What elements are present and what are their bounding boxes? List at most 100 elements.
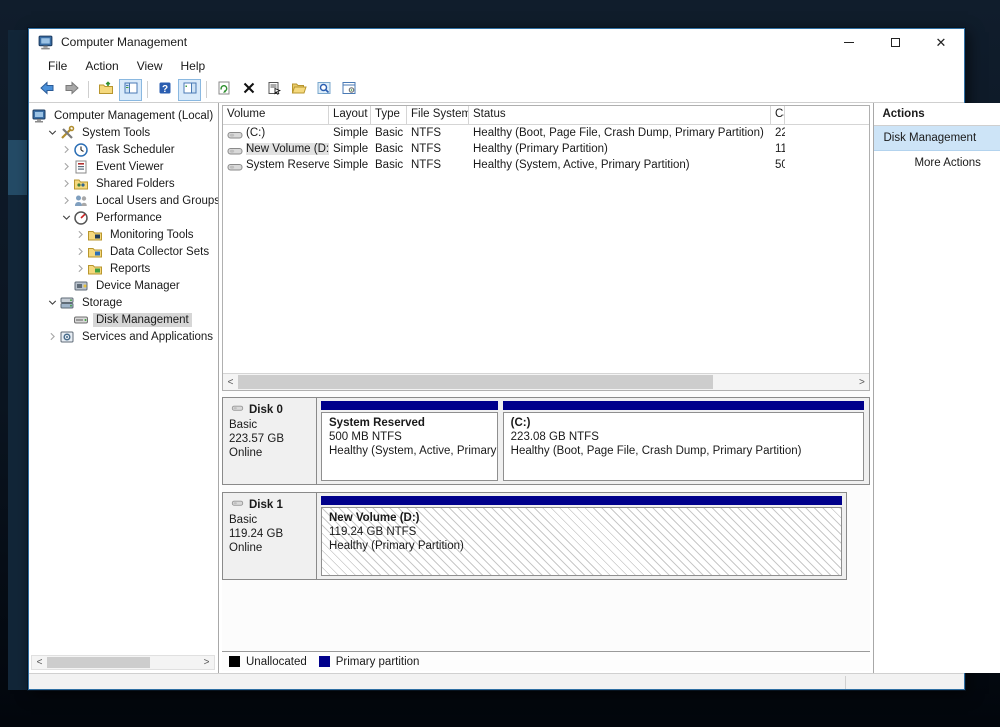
tree-item-services-and-applications[interactable]: Services and Applications [29,328,218,345]
search-button[interactable] [312,79,335,101]
column-header-volume[interactable]: Volume [223,106,329,124]
tree-item-disk-management[interactable]: Disk Management [29,311,218,328]
scroll-left-icon[interactable]: < [223,376,238,389]
chevron-collapsed-icon[interactable] [73,262,87,276]
volume-type: Basic [371,127,407,139]
tree-item-shared-folders[interactable]: Shared Folders [29,175,218,192]
volume-table-header: VolumeLayoutTypeFile SystemStatusCapacit… [223,106,869,125]
close-button[interactable]: ✕ [918,29,964,55]
maximize-icon [891,38,900,47]
maximize-button[interactable] [872,29,918,55]
refresh-button[interactable] [212,79,235,101]
tree-item-local-users-and-groups[interactable]: Local Users and Groups [29,192,218,209]
more-actions-label: More Actions [914,157,980,169]
partition-c[interactable]: (C:) 223.08 GB NTFS Healthy (Boot, Page … [503,401,865,481]
disk-info[interactable]: Disk 1 Basic 119.24 GB Online [223,493,317,579]
column-header-capacity[interactable]: Capacity [771,106,785,124]
column-header-file-system[interactable]: File System [407,106,469,124]
volume-horizontal-scrollbar[interactable]: < > [223,373,869,390]
tree-item-monitoring-tools[interactable]: Monitoring Tools [29,226,218,243]
volume-row[interactable]: System Reserved Simple Basic NTFS Health… [223,157,869,173]
partition-size: 223.08 GB NTFS [511,430,857,444]
graphical-view: Disk 0 Basic 223.57 GB Online System Res… [222,391,870,651]
window-title: Computer Management [61,35,187,49]
extended-view-button[interactable] [337,79,360,101]
scrollbar-track[interactable] [238,374,854,390]
scrollbar-thumb[interactable] [47,657,150,668]
actions-group-disk-management[interactable]: Disk Management [874,126,1000,151]
chevron-collapsed-icon[interactable] [59,177,73,191]
tree-item-label: Reports [107,262,153,276]
properties-button[interactable] [262,79,285,101]
computer-management-window: Computer Management ✕ FileActionViewHelp… [28,28,965,690]
partition-system-reserved[interactable]: System Reserved 500 MB NTFS Healthy (Sys… [321,401,498,481]
column-header-status[interactable]: Status [469,106,771,124]
volume-status: Healthy (System, Active, Primary Partiti… [469,159,771,171]
tree-item-device-manager[interactable]: Device Manager [29,277,218,294]
open-folder-button[interactable] [287,79,310,101]
tree-item-data-collector-sets[interactable]: Data Collector Sets [29,243,218,260]
partition-name: System Reserved [329,416,490,430]
chevron-collapsed-icon[interactable] [59,194,73,208]
more-actions-item[interactable]: More Actions [874,151,1000,175]
chevron-expanded-icon[interactable] [59,211,73,225]
primary-partition-bar [321,496,842,505]
minimize-button[interactable] [826,29,872,55]
column-header-layout[interactable]: Layout [329,106,371,124]
tree-horizontal-scrollbar[interactable]: < > [31,655,215,670]
scroll-left-icon[interactable]: < [32,656,47,669]
tree-item-system-tools[interactable]: System Tools [29,124,218,141]
tree-item-reports[interactable]: Reports [29,260,218,277]
folder-report-icon [87,261,103,277]
scrollbar-thumb[interactable] [238,375,713,389]
tree-item-computer-management-local[interactable]: Computer Management (Local) [29,107,218,124]
scroll-right-icon[interactable]: > [854,376,869,389]
menu-view[interactable]: View [128,57,172,75]
scrollbar-track[interactable] [47,656,199,669]
partition-new-volume-d[interactable]: New Volume (D:) 119.24 GB NTFS Healthy (… [321,496,842,576]
chevron-collapsed-icon[interactable] [73,228,87,242]
chevron-collapsed-icon[interactable] [59,160,73,174]
svg-text:?: ? [161,84,167,95]
forward-button[interactable] [60,79,83,101]
volume-status: Healthy (Primary Partition) [469,143,771,155]
tree-item-event-viewer[interactable]: Event Viewer [29,158,218,175]
volume-type: Basic [371,159,407,171]
up-level-button[interactable] [94,79,117,101]
chevron-collapsed-icon[interactable] [59,143,73,157]
open-folder-icon [291,80,307,99]
chevron-spacer [59,313,73,327]
system-tools-icon [59,125,75,141]
chevron-expanded-icon[interactable] [45,126,59,140]
chevron-collapsed-icon[interactable] [45,330,59,344]
disk-info[interactable]: Disk 0 Basic 223.57 GB Online [223,398,317,484]
status-bar [29,673,964,689]
chevron-collapsed-icon[interactable] [73,245,87,259]
extended-view-icon [341,80,357,99]
help-button[interactable]: ? [153,79,176,101]
event-viewer-icon [73,159,89,175]
menu-help[interactable]: Help [172,57,215,75]
volume-row[interactable]: New Volume (D:) Simple Basic NTFS Health… [223,141,869,157]
tree-item-label: Shared Folders [93,177,178,191]
close-icon: ✕ [936,36,947,49]
show-console-tree-button[interactable] [119,79,142,101]
delete-button[interactable] [237,79,260,101]
volume-drive-icon [227,127,243,140]
tree-item-task-scheduler[interactable]: Task Scheduler [29,141,218,158]
partition-name: New Volume (D:) [329,511,834,525]
performance-icon [73,210,89,226]
volume-row[interactable]: (C:) Simple Basic NTFS Healthy (Boot, Pa… [223,125,869,141]
background-window-edge [8,140,28,195]
show-action-pane-button[interactable] [178,79,201,101]
tree-item-performance[interactable]: Performance [29,209,218,226]
scroll-right-icon[interactable]: > [199,656,214,669]
menu-action[interactable]: Action [76,57,127,75]
tree-item-storage[interactable]: Storage [29,294,218,311]
menu-file[interactable]: File [39,57,76,75]
disk-partitions: New Volume (D:) 119.24 GB NTFS Healthy (… [317,493,846,579]
partition-status: Healthy (System, Active, Primary Partiti… [329,444,490,458]
column-header-type[interactable]: Type [371,106,407,124]
back-button[interactable] [35,79,58,101]
chevron-expanded-icon[interactable] [45,296,59,310]
